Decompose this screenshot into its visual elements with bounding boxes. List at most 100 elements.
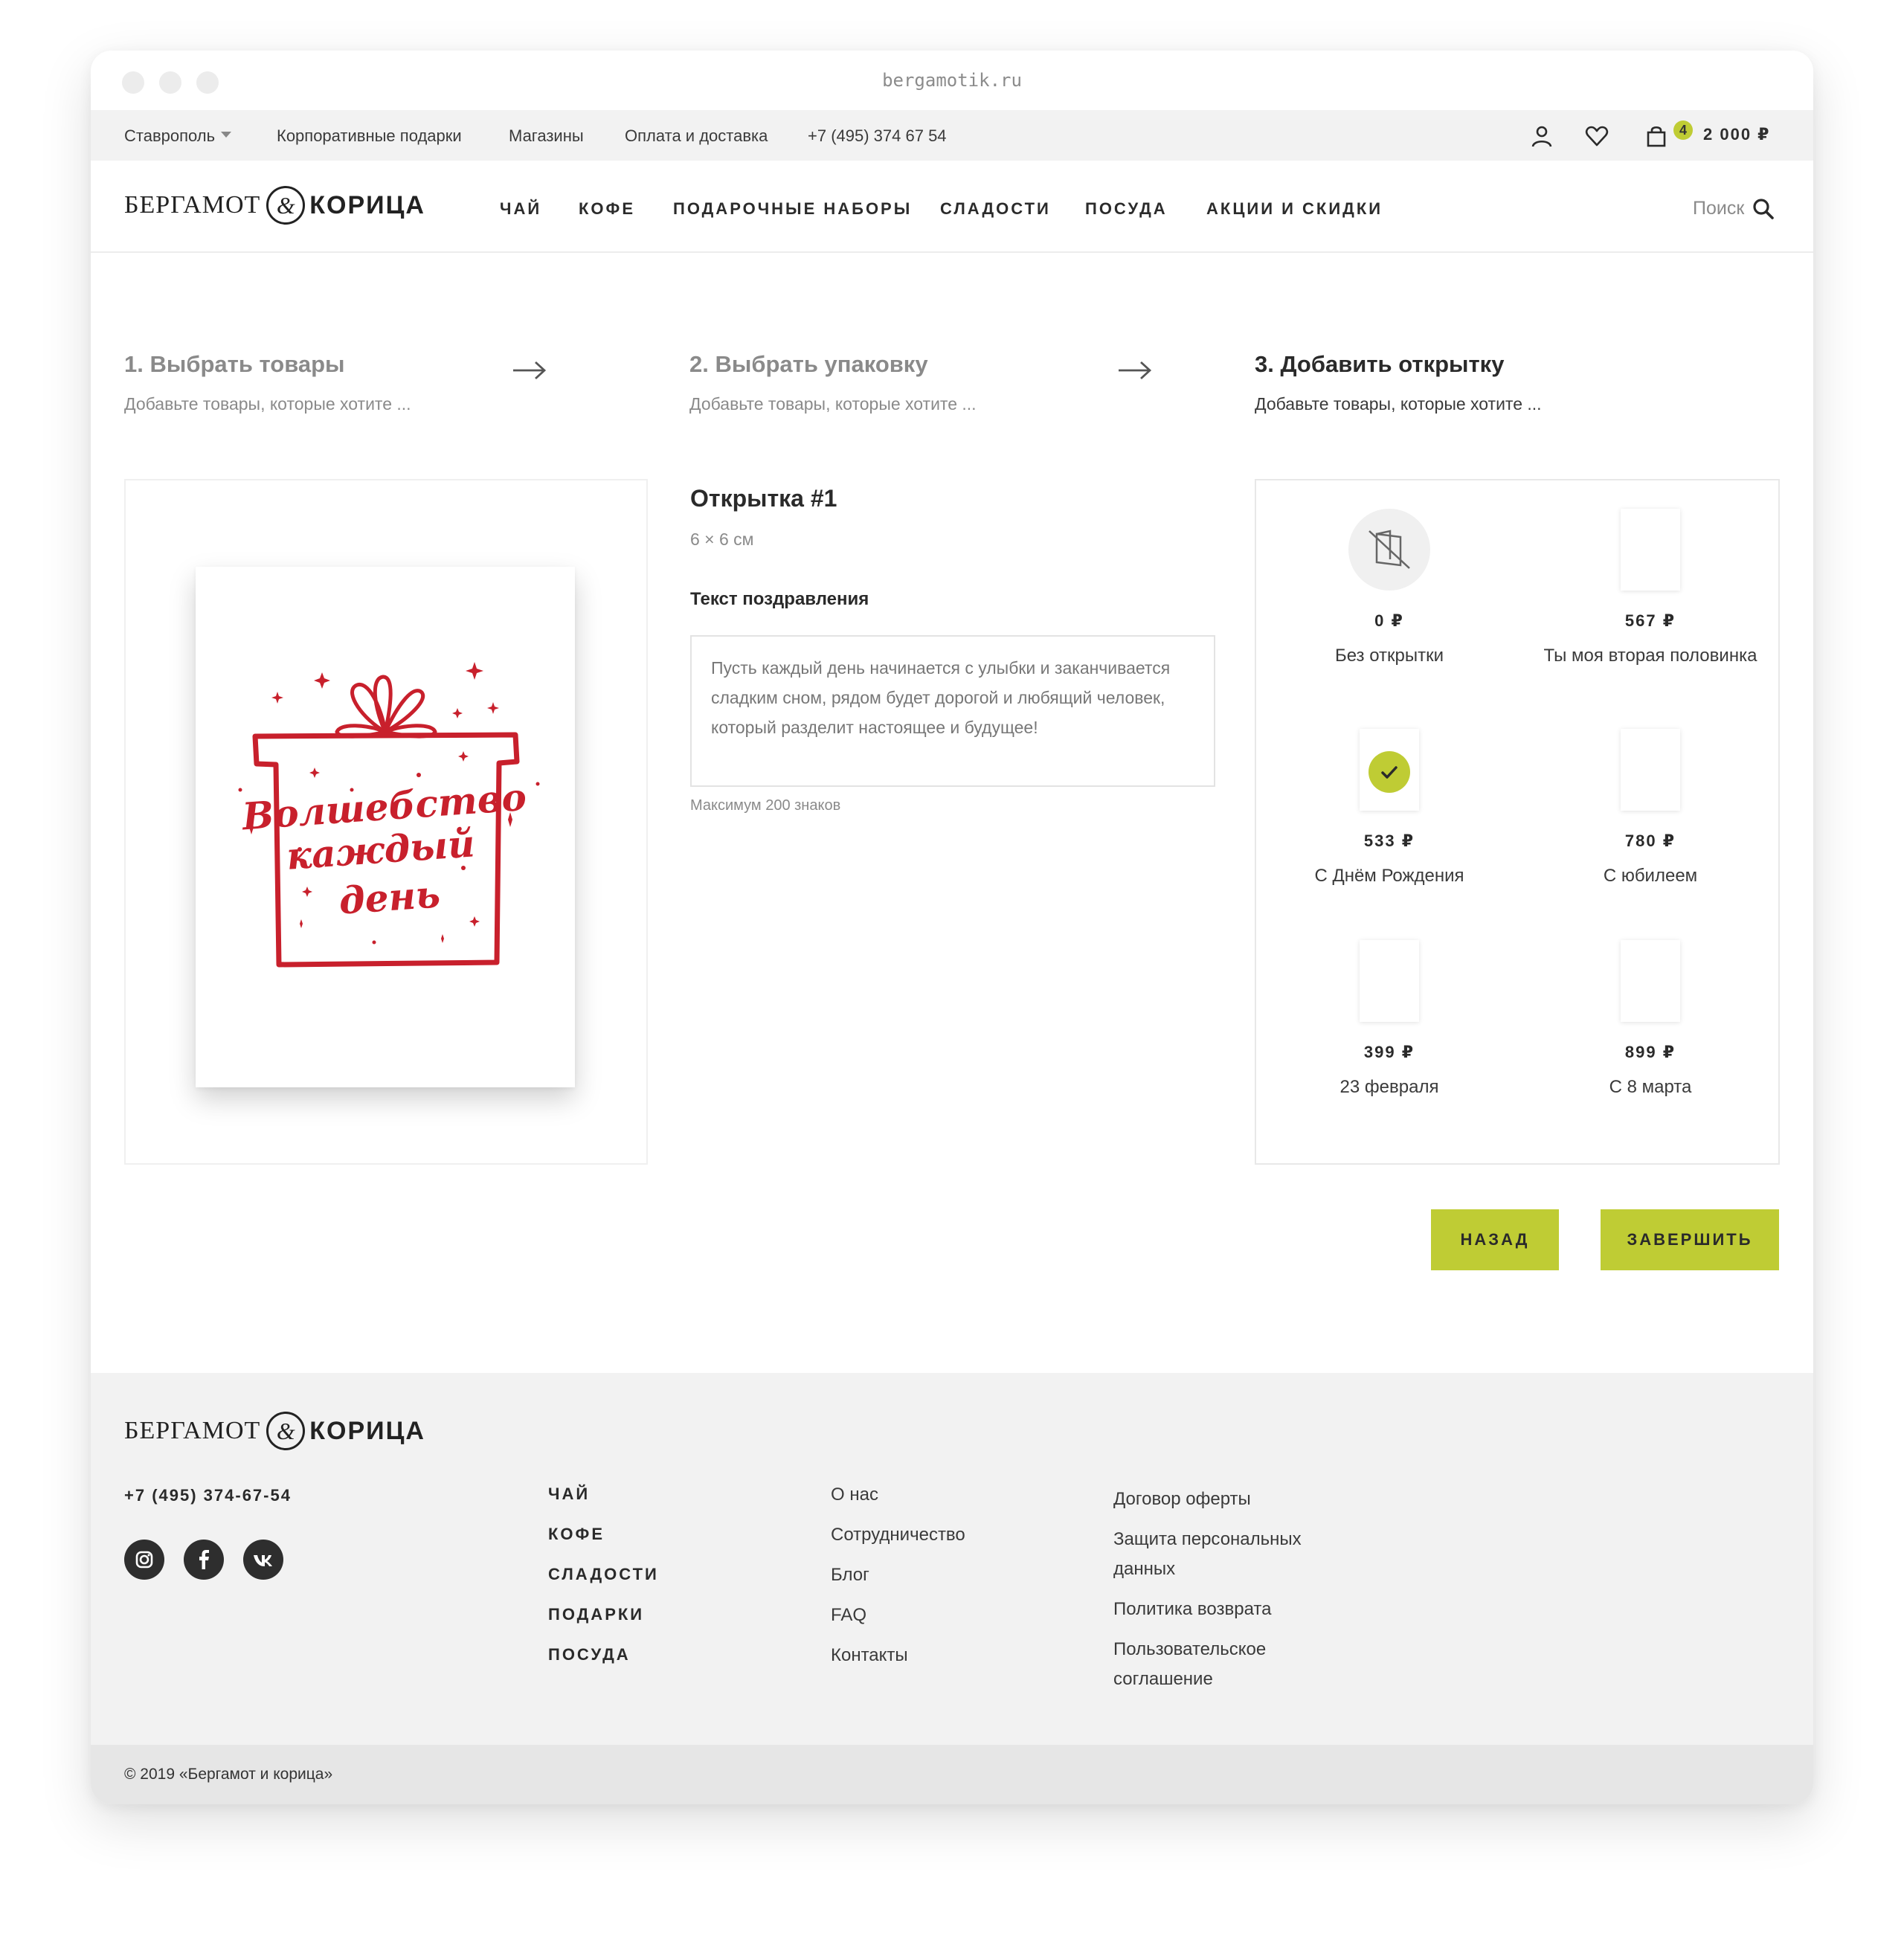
top-link-delivery[interactable]: Оплата и доставка bbox=[625, 126, 768, 146]
option-name: С Днём Рождения bbox=[1314, 866, 1464, 886]
back-button[interactable]: НАЗАД bbox=[1431, 1209, 1559, 1270]
option-price: 533 ₽ bbox=[1363, 831, 1415, 850]
option-thumbnail bbox=[1621, 509, 1680, 591]
copyright-bar: © 2019 «Бергамот и корица» bbox=[91, 1745, 1813, 1804]
copyright-text: © 2019 «Бергамот и корица» bbox=[124, 1766, 333, 1783]
instagram-icon[interactable] bbox=[124, 1540, 164, 1580]
footer-link-partnership[interactable]: Сотрудничество bbox=[831, 1525, 965, 1565]
arrow-right-icon bbox=[1119, 361, 1152, 380]
step-add-card[interactable]: 3. Добавить открытку Добавьте товары, ко… bbox=[1255, 351, 1671, 414]
step-description: Добавьте товары, которые хотите ... bbox=[124, 394, 411, 414]
card-preview-panel: Волшебство каждый день bbox=[124, 479, 648, 1165]
logo-word-2: КОРИЦА bbox=[309, 1416, 425, 1445]
option-price: 399 ₽ bbox=[1363, 1043, 1415, 1061]
top-phone[interactable]: +7 (495) 374 67 54 bbox=[808, 126, 947, 146]
footer-phone[interactable]: +7 (495) 374-67-54 bbox=[124, 1486, 292, 1505]
footer-company-links: О нас Сотрудничество Блог FAQ Контакты bbox=[831, 1484, 965, 1685]
greeting-textarea[interactable]: Пусть каждый день начинается с улыбки и … bbox=[690, 635, 1215, 787]
nav-dishes[interactable]: ПОСУДА bbox=[1085, 199, 1168, 219]
user-icon[interactable] bbox=[1529, 123, 1554, 149]
logo-word-1: БЕРГАМОТ bbox=[124, 191, 261, 219]
nav-gift-sets[interactable]: ПОДАРОЧНЫЕ НАБОРЫ bbox=[673, 199, 912, 219]
option-thumbnail bbox=[1621, 729, 1680, 811]
facebook-icon[interactable] bbox=[184, 1540, 224, 1580]
nav-tea[interactable]: ЧАЙ bbox=[500, 199, 541, 219]
nav-sales[interactable]: АКЦИИ И СКИДКИ bbox=[1206, 199, 1383, 219]
logo-ampersand: & bbox=[266, 1412, 306, 1450]
card-size: 6 × 6 см bbox=[690, 530, 754, 549]
card-option[interactable]: 780 ₽ С юбилеем bbox=[1539, 729, 1762, 907]
check-icon bbox=[1368, 751, 1410, 793]
footer-link-gifts[interactable]: ПОДАРКИ bbox=[548, 1605, 659, 1645]
option-thumbnail bbox=[1621, 940, 1680, 1022]
card-title: Открытка #1 bbox=[690, 485, 837, 512]
footer-logo[interactable]: БЕРГАМОТ & КОРИЦА bbox=[124, 1409, 425, 1453]
card-option[interactable]: 399 ₽ 23 февраля bbox=[1278, 940, 1501, 1119]
top-link-shops[interactable]: Магазины bbox=[509, 126, 584, 146]
top-utility-bar: Ставрополь Корпоративные подарки Магазин… bbox=[91, 110, 1813, 161]
footer-link-returns[interactable]: Политика возврата bbox=[1113, 1595, 1351, 1624]
step-title: 2. Выбрать упаковку bbox=[689, 351, 928, 377]
footer-link-faq[interactable]: FAQ bbox=[831, 1605, 965, 1645]
footer-link-privacy[interactable]: Защита персональных данных bbox=[1113, 1525, 1351, 1584]
gift-box-illustration: Волшебство каждый день bbox=[238, 662, 540, 968]
greeting-text-label: Текст поздравления bbox=[690, 589, 869, 609]
site-logo[interactable]: БЕРГАМОТ & КОРИЦА bbox=[124, 183, 425, 228]
heart-icon[interactable] bbox=[1584, 123, 1609, 149]
step-select-products[interactable]: 1. Выбрать товары Добавьте товары, котор… bbox=[124, 351, 541, 414]
step-description: Добавьте товары, которые хотите ... bbox=[1255, 394, 1542, 414]
search-input[interactable]: Поиск bbox=[1693, 198, 1744, 219]
option-name: С 8 марта bbox=[1609, 1077, 1692, 1097]
option-name: Ты моя вторая половинка bbox=[1543, 646, 1757, 666]
footer-catalog-links: ЧАЙ КОФЕ СЛАДОСТИ ПОДАРКИ ПОСУДА bbox=[548, 1484, 659, 1685]
step-select-packaging[interactable]: 2. Выбрать упаковку Добавьте товары, кот… bbox=[689, 351, 1106, 414]
svg-text:день: день bbox=[338, 872, 442, 922]
logo-word-2: КОРИЦА bbox=[309, 190, 425, 219]
cart-icon[interactable] bbox=[1644, 123, 1669, 149]
card-option[interactable]: 567 ₽ Ты моя вторая половинка bbox=[1539, 509, 1762, 702]
logo-word-1: БЕРГАМОТ bbox=[124, 1417, 261, 1444]
footer-link-about[interactable]: О нас bbox=[831, 1484, 965, 1525]
cart-total[interactable]: 2 000 ₽ bbox=[1703, 125, 1770, 144]
footer-link-coffee[interactable]: КОФЕ bbox=[548, 1525, 659, 1565]
footer-link-offer[interactable]: Договор оферты bbox=[1113, 1484, 1351, 1514]
option-price: 899 ₽ bbox=[1624, 1043, 1676, 1061]
card-options-panel: 0 ₽ Без открытки 567 ₽ Ты моя вторая пол… bbox=[1255, 479, 1780, 1165]
no-card-icon bbox=[1348, 509, 1430, 591]
no-card-icon-glyph bbox=[1368, 530, 1410, 569]
chevron-down-icon bbox=[221, 132, 232, 138]
step-description: Добавьте товары, которые хотите ... bbox=[689, 394, 977, 414]
nav-coffee[interactable]: КОФЕ bbox=[579, 199, 635, 219]
city-selector[interactable]: Ставрополь bbox=[124, 126, 232, 146]
footer-link-dishes[interactable]: ПОСУДА bbox=[548, 1645, 659, 1685]
vk-glyph bbox=[254, 1555, 272, 1566]
checkmark-glyph bbox=[1381, 766, 1398, 779]
main-header: БЕРГАМОТ & КОРИЦА ЧАЙ КОФЕ ПОДАРОЧНЫЕ НА… bbox=[91, 161, 1813, 253]
card-preview: Волшебство каждый день bbox=[196, 567, 575, 1087]
site-footer: БЕРГАМОТ & КОРИЦА +7 (495) 374-67-54 ЧАЙ… bbox=[91, 1373, 1813, 1745]
footer-link-tea[interactable]: ЧАЙ bbox=[548, 1484, 659, 1525]
vk-icon[interactable] bbox=[243, 1540, 283, 1580]
city-label: Ставрополь bbox=[124, 126, 216, 145]
footer-link-contacts[interactable]: Контакты bbox=[831, 1645, 965, 1685]
address-bar[interactable]: bergamotik.ru bbox=[91, 70, 1813, 91]
finish-button[interactable]: ЗАВЕРШИТЬ bbox=[1601, 1209, 1779, 1270]
step-title: 1. Выбрать товары bbox=[124, 351, 345, 377]
card-option[interactable]: 0 ₽ Без открытки bbox=[1278, 509, 1501, 702]
search-icon[interactable] bbox=[1752, 198, 1775, 220]
card-option-selected[interactable]: 533 ₽ С Днём Рождения bbox=[1278, 729, 1501, 907]
option-name: 23 февраля bbox=[1339, 1077, 1439, 1097]
logo-ampersand: & bbox=[266, 186, 306, 225]
option-thumbnail bbox=[1360, 940, 1419, 1022]
facebook-glyph bbox=[199, 1550, 209, 1569]
card-option[interactable]: 899 ₽ С 8 марта bbox=[1539, 940, 1762, 1119]
browser-window: bergamotik.ru Ставрополь Корпоративные п… bbox=[91, 51, 1813, 1804]
option-price: 567 ₽ bbox=[1624, 611, 1676, 630]
top-link-corporate[interactable]: Корпоративные подарки bbox=[277, 126, 462, 146]
footer-link-blog[interactable]: Блог bbox=[831, 1565, 965, 1605]
footer-link-sweets[interactable]: СЛАДОСТИ bbox=[548, 1565, 659, 1605]
option-name: Без открытки bbox=[1334, 646, 1444, 666]
instagram-glyph bbox=[135, 1551, 153, 1569]
nav-sweets[interactable]: СЛАДОСТИ bbox=[940, 199, 1051, 219]
footer-link-terms[interactable]: Пользовательское соглашение bbox=[1113, 1635, 1351, 1694]
